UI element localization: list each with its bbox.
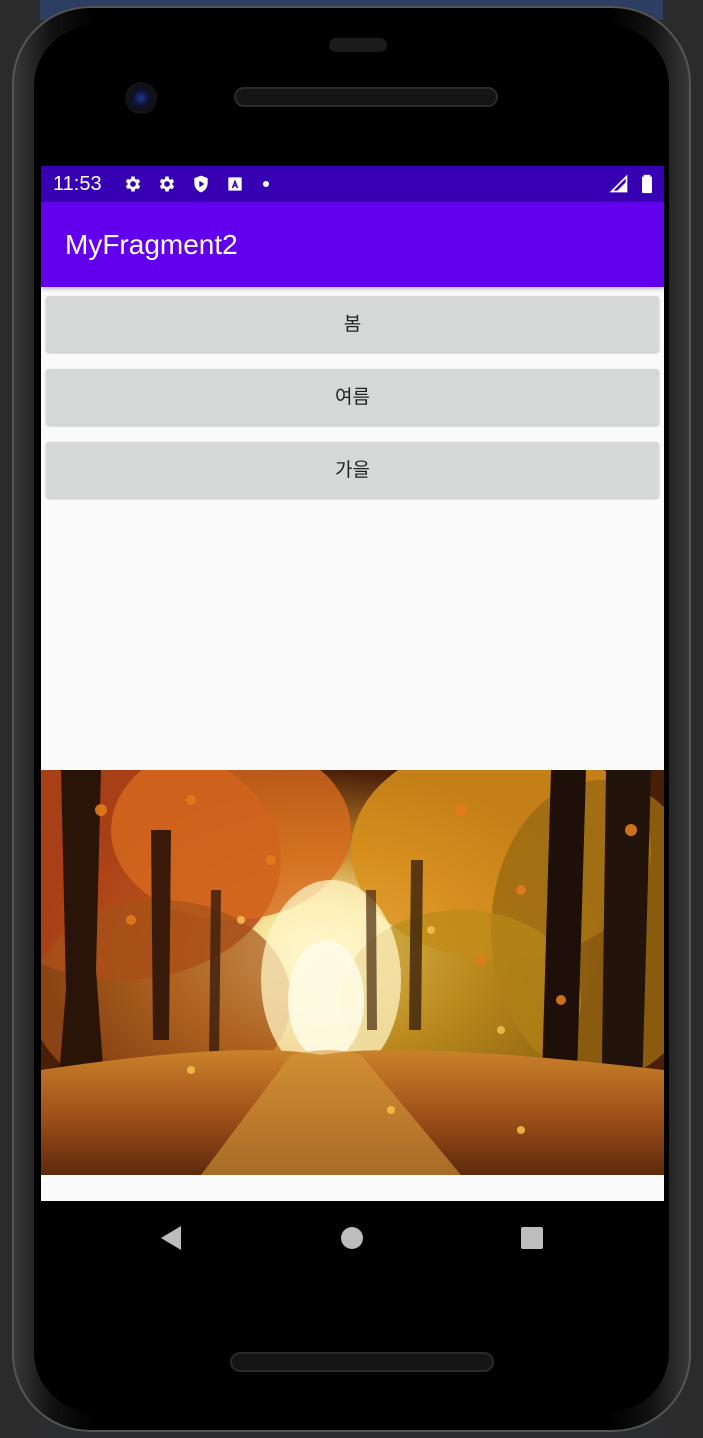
a-box-icon <box>228 177 242 191</box>
navigation-bar <box>41 1201 664 1273</box>
device-screen: 11:53 MyFragment2 봄 여름 가을 <box>41 166 664 1201</box>
gear-icon <box>125 176 141 192</box>
app-bar: MyFragment2 <box>41 202 664 287</box>
front-camera-icon <box>125 82 157 114</box>
shield-play-icon <box>194 175 208 193</box>
signal-icon <box>609 174 628 193</box>
autumn-button[interactable]: 가을 <box>46 442 659 498</box>
recents-icon[interactable] <box>521 1227 543 1249</box>
status-time: 11:53 <box>53 173 102 195</box>
top-speaker-grille <box>234 87 498 107</box>
page-title: MyFragment2 <box>65 229 238 260</box>
dot-icon <box>263 181 269 187</box>
battery-icon <box>642 174 652 194</box>
status-bar: 11:53 <box>41 166 664 202</box>
summer-button[interactable]: 여름 <box>46 369 659 425</box>
home-icon[interactable] <box>341 1227 363 1249</box>
gear-icon <box>159 176 175 192</box>
bottom-speaker-grille <box>230 1352 494 1372</box>
back-icon[interactable] <box>159 1225 183 1251</box>
top-sensor <box>329 38 387 52</box>
autumn-forest-image <box>41 770 664 1175</box>
spring-button[interactable]: 봄 <box>46 296 659 352</box>
